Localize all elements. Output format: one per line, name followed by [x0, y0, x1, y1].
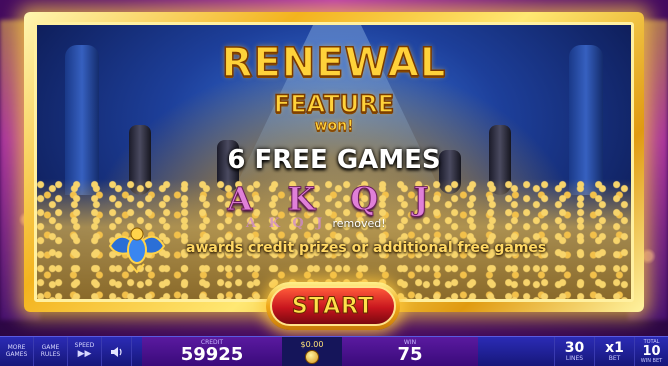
- total-bet-value: 10: [642, 344, 661, 359]
- title-won: won!: [314, 118, 354, 135]
- win-panel: WIN 75: [342, 337, 478, 366]
- bet-selector[interactable]: x1 BET: [594, 337, 634, 366]
- lines-value: 30: [564, 340, 585, 356]
- fast-forward-icon: ▶▶: [77, 348, 92, 359]
- coin-icon: [305, 349, 319, 364]
- win-label: WIN: [403, 339, 417, 346]
- title-renewal: RENEWAL: [221, 39, 447, 87]
- coin-panel: $0.00: [282, 337, 342, 366]
- credit-value: 59925: [180, 344, 244, 365]
- speaker-icon: [110, 346, 122, 357]
- bar-spacer: [478, 337, 554, 366]
- bottom-control-bar: MORE GAMES GAME RULES SPEED ▶▶ CREDIT 59…: [0, 336, 668, 366]
- bet-value: x1: [605, 340, 624, 356]
- lines-label: LINES: [565, 355, 584, 362]
- win-value: 75: [397, 344, 423, 365]
- awards-description: awards credit prizes or additional free …: [186, 240, 547, 256]
- title-feature: FEATURE: [273, 89, 395, 119]
- total-bet-panel: TOTAL 10 WIN BET: [634, 337, 668, 366]
- start-button-label: START: [291, 293, 375, 319]
- game-rules-button[interactable]: GAME RULES: [34, 337, 68, 366]
- scarab-icon: [108, 227, 166, 274]
- start-button[interactable]: START: [266, 282, 400, 330]
- removed-symbols-small: A K Q J: [246, 216, 327, 231]
- speed-button[interactable]: SPEED ▶▶: [68, 337, 102, 366]
- lines-selector[interactable]: 30 LINES: [554, 337, 594, 366]
- credit-panel: CREDIT 59925: [142, 337, 282, 366]
- free-games-count: 6 FREE GAMES: [227, 145, 441, 175]
- removed-row: A K Q J removed!: [246, 216, 386, 231]
- total-bet-label: WIN BET: [640, 358, 663, 364]
- removed-text: removed!: [332, 217, 386, 230]
- start-button-face[interactable]: START: [270, 286, 396, 326]
- coin-value: $0.00: [300, 339, 324, 349]
- bar-gap: [132, 337, 142, 366]
- more-games-button[interactable]: MORE GAMES: [0, 337, 34, 366]
- sound-toggle-button[interactable]: [102, 337, 132, 366]
- credit-label: CREDIT: [200, 339, 224, 346]
- removed-symbols: A K Q J: [227, 180, 441, 219]
- bet-label: BET: [608, 355, 621, 362]
